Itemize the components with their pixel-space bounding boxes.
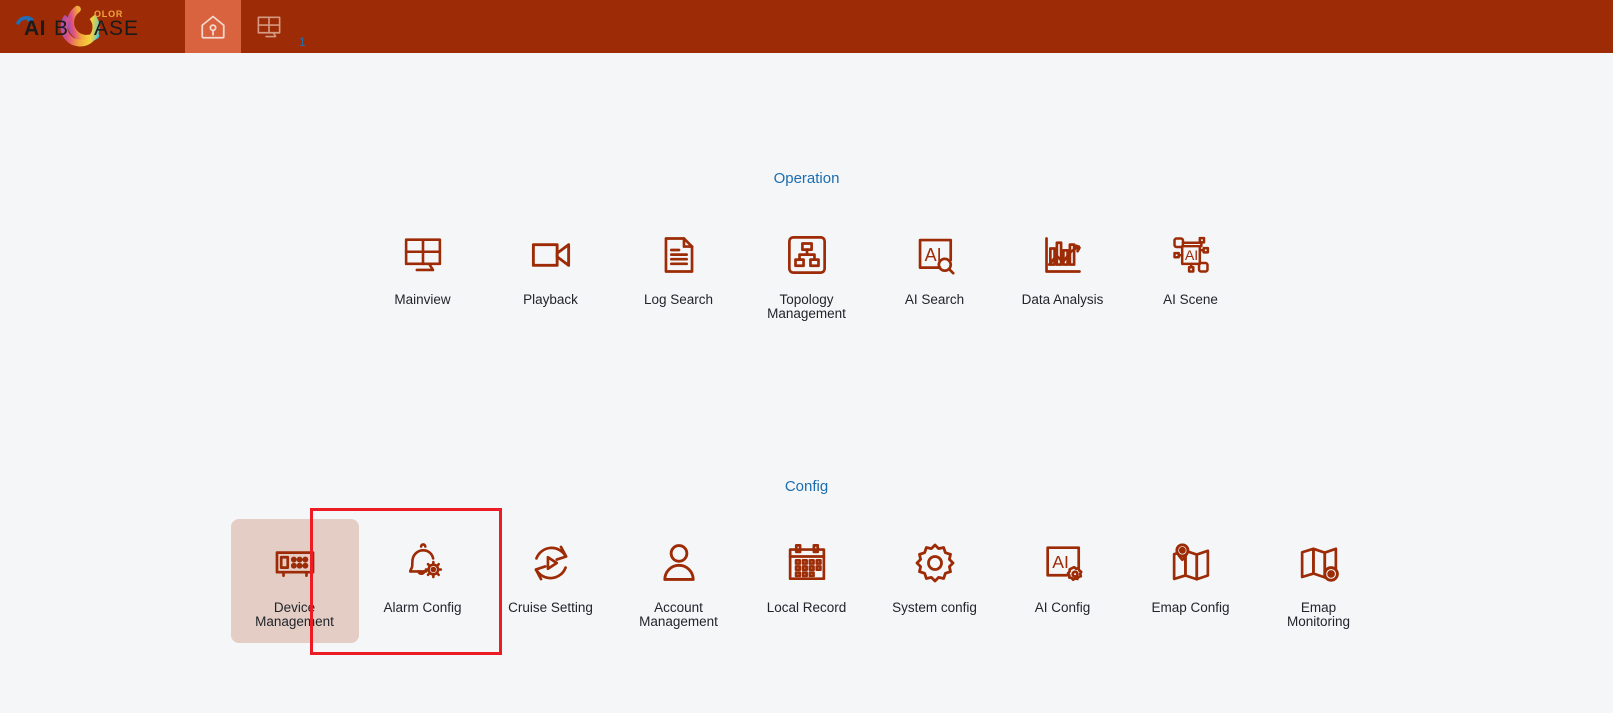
mainview-tab[interactable]: 1 [241,0,306,53]
cruise-play-icon [525,537,577,589]
svg-text:OLOR: OLOR [94,9,123,19]
mainview-tab-badge: 1 [299,35,306,49]
svg-text:AI: AI [1184,248,1197,264]
tile-cruise-setting[interactable]: Cruise Setting [487,519,615,631]
tile-label: System config [892,600,977,615]
person-icon [653,537,705,589]
tile-account-management[interactable]: Account Management [615,519,743,631]
tile-ai-search[interactable]: AI AI Search [871,211,999,323]
tile-label: AI Scene [1163,292,1218,307]
tile-log-search[interactable]: Log Search [615,211,743,323]
tile-label: Emap Monitoring [1286,600,1351,629]
tile-label: AI Config [1034,600,1091,615]
map-eye-icon [1293,537,1345,589]
tile-label: Log Search [643,292,714,307]
tile-system-config[interactable]: System config [871,519,999,631]
tile-local-record[interactable]: Local Record [743,519,871,631]
tile-label: Alarm Config [383,600,462,615]
tile-label: Cruise Setting [508,600,593,615]
tile-mainview[interactable]: Mainview [359,211,487,323]
tile-label: Device Management [255,600,334,629]
tile-label: Emap Config [1151,600,1230,615]
tile-label: AI Search [904,292,965,307]
tile-playback[interactable]: Playback [487,211,615,323]
topology-icon [781,229,833,281]
tile-device-management[interactable]: Device Management [230,519,359,643]
tile-label: Mainview [394,292,451,307]
map-pin-icon [1165,537,1217,589]
ai-search-icon: AI [909,229,961,281]
tile-topology-management[interactable]: Topology Management [743,211,871,323]
operation-tile-row: Mainview Playback Log Search Topology Ma… [0,211,1613,323]
svg-text:B: B [54,17,69,40]
video-camera-icon [525,229,577,281]
tile-alarm-config[interactable]: Alarm Config [359,519,487,631]
app-logo[interactable]: AI B ASE OLOR [0,0,185,53]
home-content: Operation Mainview Playback Log Search T… [0,53,1613,713]
tile-ai-config[interactable]: AI AI Config [999,519,1127,631]
tile-emap-config[interactable]: Emap Config [1127,519,1255,631]
tile-emap-monitoring[interactable]: Emap Monitoring [1255,519,1383,631]
tile-label: Account Management [639,600,718,629]
top-bar: AI B ASE OLOR 1 [0,0,1613,53]
bell-gear-icon [397,537,449,589]
tile-label: Data Analysis [1021,292,1104,307]
calendar-icon [781,537,833,589]
home-tab[interactable] [185,0,241,53]
document-lines-icon [653,229,705,281]
tile-data-analysis[interactable]: Data Analysis [999,211,1127,323]
tile-ai-scene[interactable]: AI AI Scene [1127,211,1255,323]
logo-graphic: AI B ASE OLOR [10,5,170,49]
svg-text:ASE: ASE [94,17,139,40]
config-tile-row: Device Management Alarm Config Cruise Se… [0,519,1613,643]
svg-text:AI: AI [24,17,46,40]
data-analysis-icon [1037,229,1089,281]
tile-label: Topology Management [767,292,846,321]
ai-gear-icon: AI [1037,537,1089,589]
tile-label: Local Record [766,600,847,615]
tile-label: Playback [523,292,578,307]
home-icon [198,12,228,42]
device-rack-icon [269,537,321,589]
section-title-config: Config [784,478,829,495]
grid-monitor-icon [254,12,284,42]
grid-monitor-icon [397,229,449,281]
section-title-operation: Operation [773,170,840,187]
gear-icon [909,537,961,589]
svg-text:AI: AI [1052,552,1069,572]
ai-scene-icon: AI [1165,229,1217,281]
